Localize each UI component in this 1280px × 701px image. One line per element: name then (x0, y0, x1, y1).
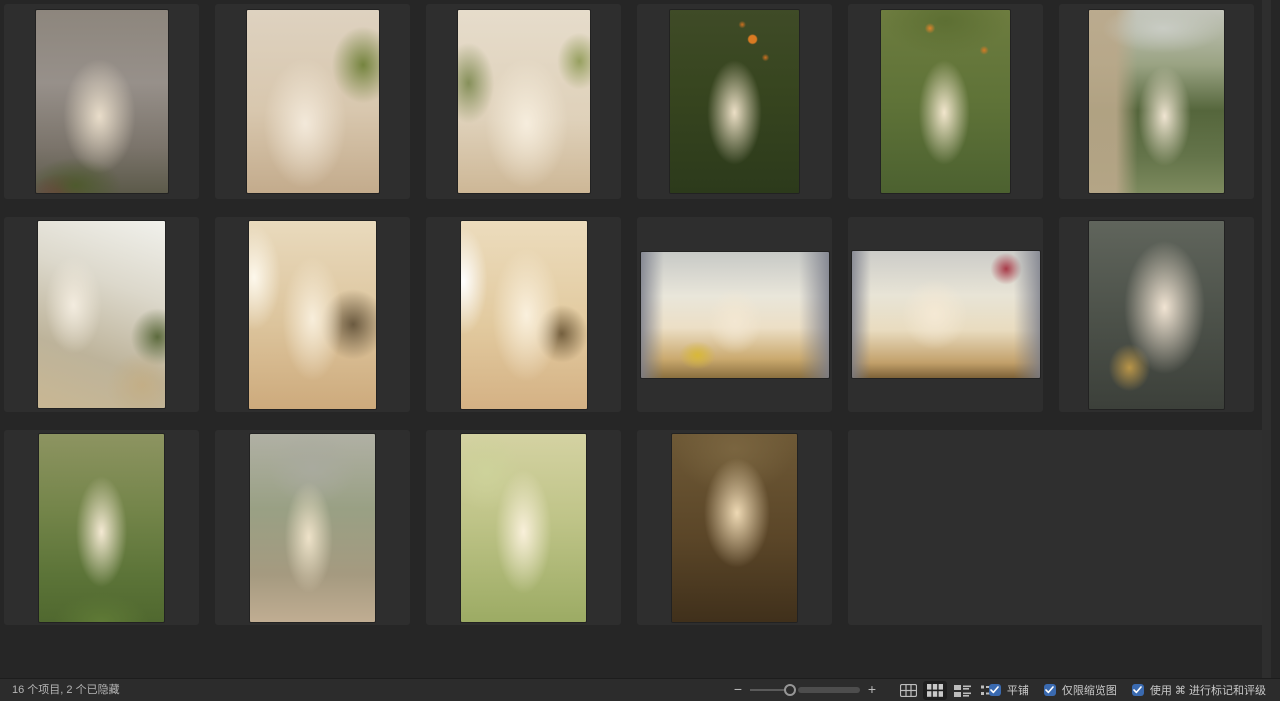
thumbnail-cell-12[interactable] (1059, 217, 1254, 412)
thumbnail-cell-10[interactable] (637, 217, 832, 412)
thumbnail-cell-5[interactable] (848, 4, 1043, 199)
zoom-out-button[interactable]: − (730, 679, 746, 701)
thumbnail-size-control: − + (730, 679, 880, 701)
scrollbar-track[interactable] (1262, 0, 1271, 678)
cmd-rating-option[interactable]: 使用 ⌘ 进行标记和评级 (1132, 682, 1266, 698)
display-options: 平铺 仅限缩览图 使用 ⌘ 进行标记和评级 (989, 679, 1266, 701)
thumbnail-details-view-button[interactable] (950, 681, 974, 700)
thumbnail-cell-6[interactable] (1059, 4, 1254, 199)
thumbnails-only-option[interactable]: 仅限缩览图 (1044, 682, 1117, 698)
photo-thumbnail-15[interactable] (461, 434, 586, 622)
photo-thumbnail-12[interactable] (1089, 221, 1224, 409)
zoom-in-button[interactable]: + (864, 679, 880, 701)
grid-outline-view-button[interactable] (896, 681, 920, 700)
thumbnail-grid-view-button[interactable] (923, 681, 947, 700)
photo-browser-window: 16 个项目, 2 个已隐藏 − + (0, 0, 1280, 701)
photo-thumbnail-1[interactable] (36, 10, 168, 193)
checkbox-checked-icon[interactable] (989, 684, 1001, 696)
thumbnail-text-icon (954, 685, 971, 697)
photo-thumbnail-16[interactable] (672, 434, 797, 622)
thumbnail-cell-16[interactable] (637, 430, 832, 625)
thumbnail-cell-14[interactable] (215, 430, 410, 625)
slider-track-right (798, 687, 860, 693)
thumbnail-cell-7[interactable] (4, 217, 199, 412)
thumbnails-only-option-label: 仅限缩览图 (1062, 682, 1117, 698)
photo-thumbnail-7[interactable] (38, 221, 165, 408)
thumbnail-cell-15[interactable] (426, 430, 621, 625)
cmd-rating-option-label: 使用 ⌘ 进行标记和评级 (1150, 682, 1266, 698)
photo-thumbnail-2[interactable] (247, 10, 379, 193)
thumbnail-cell-11[interactable] (848, 217, 1043, 412)
slider-knob[interactable] (784, 684, 796, 696)
photo-thumbnail-6[interactable] (1089, 10, 1224, 193)
status-bar: 16 个项目, 2 个已隐藏 − + (0, 678, 1280, 701)
item-count-text: 16 个项目, 2 个已隐藏 (12, 679, 120, 701)
view-mode-buttons (896, 680, 1001, 701)
grid-outline-icon (900, 684, 917, 697)
thumbnail-cell-9[interactable] (426, 217, 621, 412)
tile-option-label: 平铺 (1007, 682, 1029, 698)
photo-thumbnail-11[interactable] (852, 251, 1040, 378)
photo-thumbnail-8[interactable] (249, 221, 376, 409)
empty-grid-area (848, 430, 1268, 625)
photo-thumbnail-10[interactable] (641, 252, 829, 378)
checkbox-checked-icon[interactable] (1044, 684, 1056, 696)
thumbnail-cell-3[interactable] (426, 4, 621, 199)
checkbox-checked-icon[interactable] (1132, 684, 1144, 696)
thumbnail-size-slider[interactable] (750, 679, 860, 701)
content-area (0, 0, 1280, 678)
photo-thumbnail-3[interactable] (458, 10, 590, 193)
photo-thumbnail-14[interactable] (250, 434, 375, 622)
thumbnail-grid (4, 4, 1254, 625)
photo-thumbnail-9[interactable] (461, 221, 587, 409)
slider-track-left (750, 689, 786, 691)
grid-filled-icon (927, 684, 943, 697)
thumbnail-cell-2[interactable] (215, 4, 410, 199)
photo-thumbnail-5[interactable] (881, 10, 1010, 193)
thumbnail-cell-4[interactable] (637, 4, 832, 199)
thumbnail-cell-1[interactable] (4, 4, 199, 199)
thumbnail-cell-13[interactable] (4, 430, 199, 625)
thumbnail-cell-8[interactable] (215, 217, 410, 412)
photo-thumbnail-4[interactable] (670, 10, 799, 193)
tile-option[interactable]: 平铺 (989, 682, 1029, 698)
photo-thumbnail-13[interactable] (39, 434, 164, 622)
